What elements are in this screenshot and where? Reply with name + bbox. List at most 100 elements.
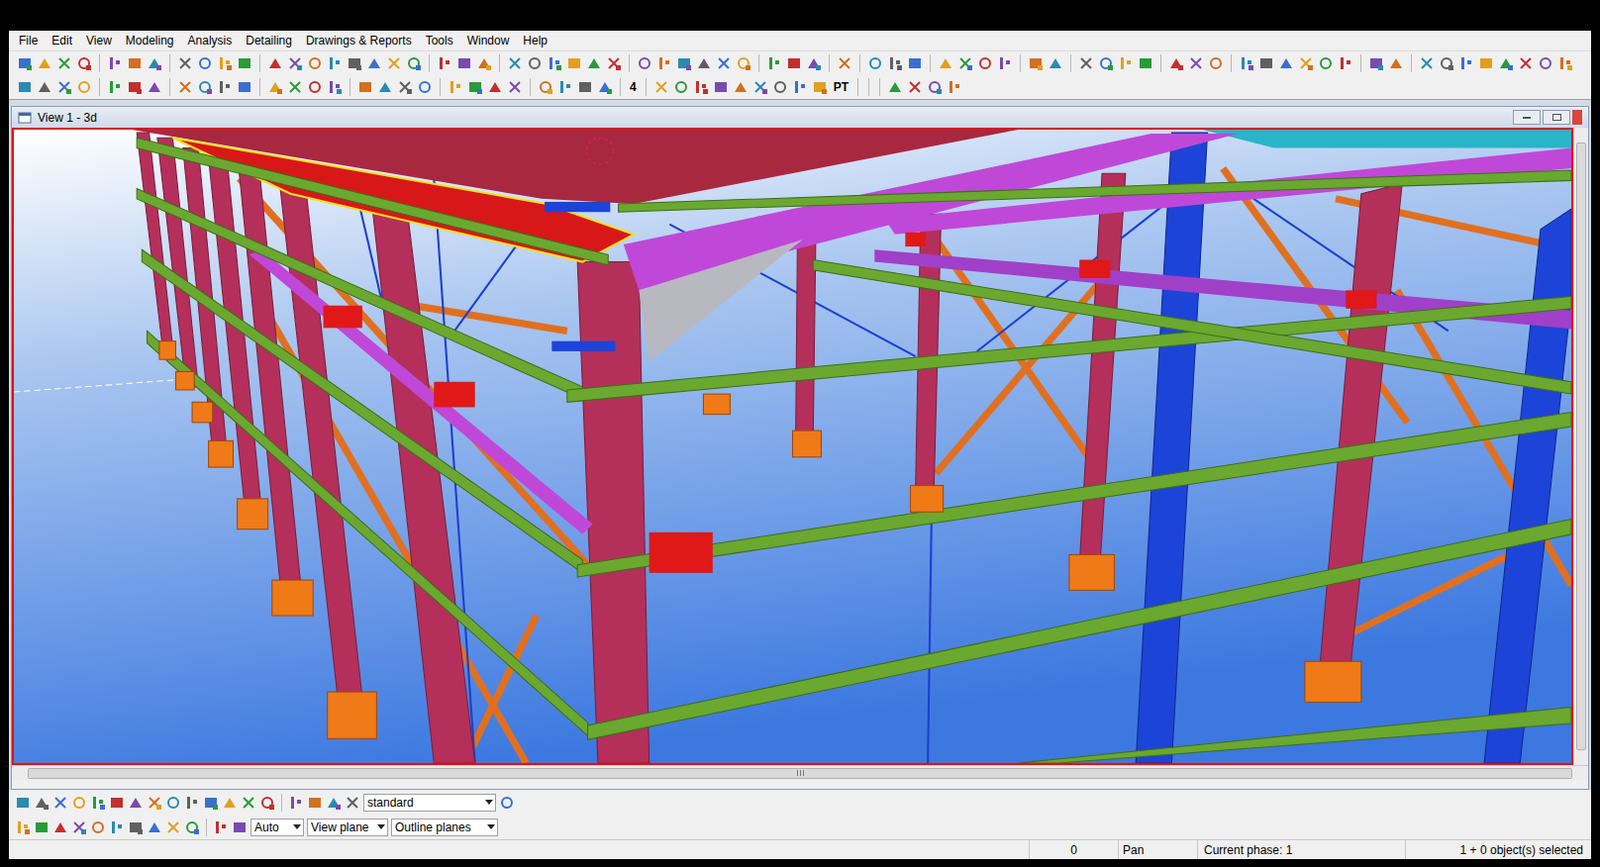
tool-icon[interactable]	[766, 55, 783, 72]
tool-icon[interactable]	[476, 55, 493, 72]
tool-icon[interactable]	[325, 795, 342, 811]
tool-icon[interactable]	[526, 55, 543, 72]
tool-icon[interactable]	[236, 55, 253, 72]
tool-icon[interactable]	[1098, 55, 1114, 72]
tool-icon[interactable]	[90, 795, 106, 811]
tool-icon[interactable]	[506, 79, 523, 96]
tool-icon[interactable]	[165, 819, 182, 836]
tool-icon[interactable]	[126, 55, 143, 72]
tool-icon[interactable]	[1557, 55, 1574, 72]
tool-icon[interactable]	[1047, 55, 1064, 72]
tool-icon[interactable]	[236, 79, 253, 96]
tool-icon[interactable]	[202, 795, 219, 811]
tool-icon[interactable]	[1317, 55, 1334, 72]
tool-icon[interactable]	[33, 819, 50, 836]
tool-icon[interactable]	[557, 79, 574, 96]
tool-icon[interactable]	[712, 79, 729, 96]
dropdown[interactable]: View plane	[306, 818, 389, 837]
menu-item[interactable]: Drawings & Reports	[299, 31, 419, 50]
tool-icon[interactable]	[405, 55, 422, 72]
tool-icon[interactable]	[397, 79, 413, 96]
tool-icon[interactable]	[146, 55, 163, 72]
tool-icon[interactable]	[1238, 55, 1255, 72]
tool-icon[interactable]	[346, 55, 363, 72]
tool-icon[interactable]	[197, 79, 213, 96]
tool-icon[interactable]	[216, 55, 233, 72]
tool-icon[interactable]	[1478, 55, 1495, 72]
tool-icon[interactable]	[212, 819, 229, 836]
tool-icon[interactable]	[752, 79, 769, 96]
tool-icon[interactable]	[906, 55, 923, 72]
tool-icon[interactable]	[906, 79, 923, 96]
tool-icon[interactable]	[344, 795, 361, 811]
tool-icon[interactable]	[1388, 55, 1404, 72]
tool-icon[interactable]	[786, 55, 802, 72]
tool-icon[interactable]	[36, 55, 53, 72]
tool-icon[interactable]	[537, 79, 554, 96]
tool-icon[interactable]	[366, 55, 383, 72]
menu-item[interactable]: Help	[515, 31, 555, 50]
tool-icon[interactable]	[732, 79, 749, 96]
tool-icon[interactable]	[76, 55, 93, 72]
tool-icon[interactable]	[16, 79, 33, 96]
tool-icon[interactable]	[487, 79, 503, 96]
tool-icon[interactable]	[1188, 55, 1204, 72]
tool-icon[interactable]	[14, 795, 31, 811]
tool-icon[interactable]	[715, 55, 732, 72]
tool-icon[interactable]	[357, 79, 374, 96]
tool-icon[interactable]	[259, 795, 276, 811]
tool-icon[interactable]	[16, 55, 33, 72]
tool-icon[interactable]	[71, 819, 88, 836]
tool-icon[interactable]	[597, 79, 613, 96]
tool-icon[interactable]	[1027, 55, 1044, 72]
tool-icon[interactable]	[887, 55, 903, 72]
tool-icon[interactable]	[696, 55, 712, 72]
tool-icon[interactable]	[811, 79, 828, 96]
tool-icon[interactable]	[326, 55, 343, 72]
menu-item[interactable]: Detailing	[238, 31, 300, 50]
tool-icon[interactable]	[977, 55, 994, 72]
menu-item[interactable]: Window	[460, 31, 517, 50]
menu-item[interactable]: Modeling	[118, 31, 182, 50]
tool-icon[interactable]	[676, 55, 693, 72]
tool-icon[interactable]	[937, 55, 954, 72]
tool-icon[interactable]	[146, 795, 163, 811]
tool-icon[interactable]	[1458, 55, 1475, 72]
tool-icon[interactable]	[997, 55, 1013, 72]
tool-icon[interactable]	[577, 79, 594, 96]
tool-icon[interactable]	[586, 55, 602, 72]
tool-icon[interactable]	[836, 55, 853, 72]
horizontal-scrollbar[interactable]	[11, 765, 1589, 781]
tool-icon[interactable]	[1117, 55, 1134, 72]
tool-icon[interactable]	[416, 79, 433, 96]
tool-icon[interactable]	[267, 79, 284, 96]
tool-icon[interactable]	[184, 795, 200, 811]
tool-icon[interactable]	[240, 795, 257, 811]
menu-item[interactable]: View	[79, 31, 119, 50]
tool-icon[interactable]	[36, 79, 53, 96]
tool-icon[interactable]	[656, 55, 673, 72]
dropdown[interactable]: standard	[363, 794, 497, 812]
maximize-button[interactable]	[1542, 109, 1571, 125]
tool-icon[interactable]	[735, 55, 752, 72]
tool-icon[interactable]	[1438, 55, 1455, 72]
tool-icon[interactable]	[456, 55, 473, 72]
tool-icon[interactable]	[386, 55, 402, 72]
scroll-thumb[interactable]	[1576, 142, 1587, 751]
tool-icon[interactable]	[287, 79, 303, 96]
tool-icon[interactable]	[177, 55, 194, 72]
model-viewport[interactable]	[11, 127, 1574, 766]
tool-icon[interactable]	[805, 55, 822, 72]
tool-icon[interactable]	[447, 79, 464, 96]
tool-icon[interactable]	[106, 55, 123, 72]
tool-icon[interactable]	[499, 795, 515, 811]
tool-icon[interactable]	[197, 55, 213, 72]
tool-icon[interactable]	[772, 79, 789, 96]
tool-icon[interactable]	[126, 79, 143, 96]
tool-icon[interactable]	[146, 819, 163, 836]
tool-icon[interactable]	[177, 79, 194, 96]
tool-icon[interactable]	[14, 819, 31, 836]
tool-icon[interactable]	[1278, 55, 1295, 72]
tool-icon[interactable]	[636, 55, 653, 72]
tool-icon[interactable]	[792, 79, 808, 96]
